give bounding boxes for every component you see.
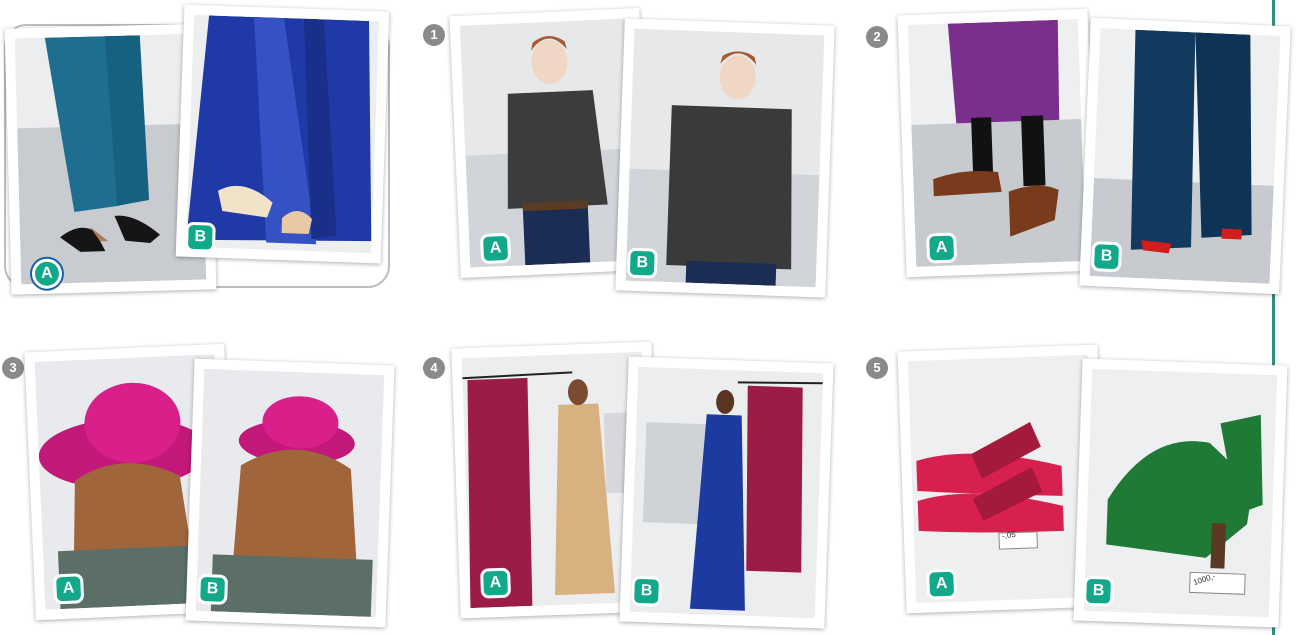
item-2-card-b[interactable]: B — [1079, 17, 1291, 295]
option-a-badge: A — [56, 576, 82, 602]
option-b-badge: B — [187, 224, 213, 250]
item-4-card-b[interactable]: B — [619, 356, 834, 629]
cheap-flip-flops-picture — [907, 354, 1097, 604]
item-5-card-b[interactable]: 1000,- B — [1073, 358, 1288, 628]
option-a-badge: A — [483, 570, 508, 596]
option-a-badge: A — [929, 571, 955, 597]
option-a-badge: A — [483, 235, 509, 261]
option-b-badge: B — [200, 576, 226, 602]
blue-coat-fitting-room-picture — [629, 366, 824, 619]
option-b-badge: B — [1086, 578, 1111, 604]
purple-trousers-loafers-picture — [907, 19, 1087, 267]
man-loose-shirt-picture — [625, 28, 825, 288]
price-tag-cheap: -,05 — [1001, 529, 1017, 541]
baggy-jeans-red-socks-picture — [1089, 28, 1281, 284]
item-1-card-b[interactable]: B — [615, 18, 835, 298]
item-3-card-b[interactable]: B — [185, 358, 395, 628]
example-card-b[interactable]: B — [175, 4, 390, 264]
option-b-badge: B — [634, 578, 659, 604]
item-number-2: 2 — [866, 26, 888, 48]
expensive-heels-picture — [1083, 368, 1278, 618]
man-buttoning-shirt-picture — [459, 18, 641, 268]
option-a-badge: A — [929, 235, 955, 261]
item-number-3: 3 — [2, 357, 24, 379]
item-2-card-a[interactable]: A — [897, 8, 1097, 278]
option-b-badge: B — [1094, 244, 1120, 270]
evening-dress-sandals-picture — [186, 14, 379, 254]
item-number-4: 4 — [423, 357, 445, 379]
item-number-1: 1 — [423, 24, 445, 46]
option-b-badge: B — [629, 250, 655, 276]
item-number-5: 5 — [866, 357, 888, 379]
